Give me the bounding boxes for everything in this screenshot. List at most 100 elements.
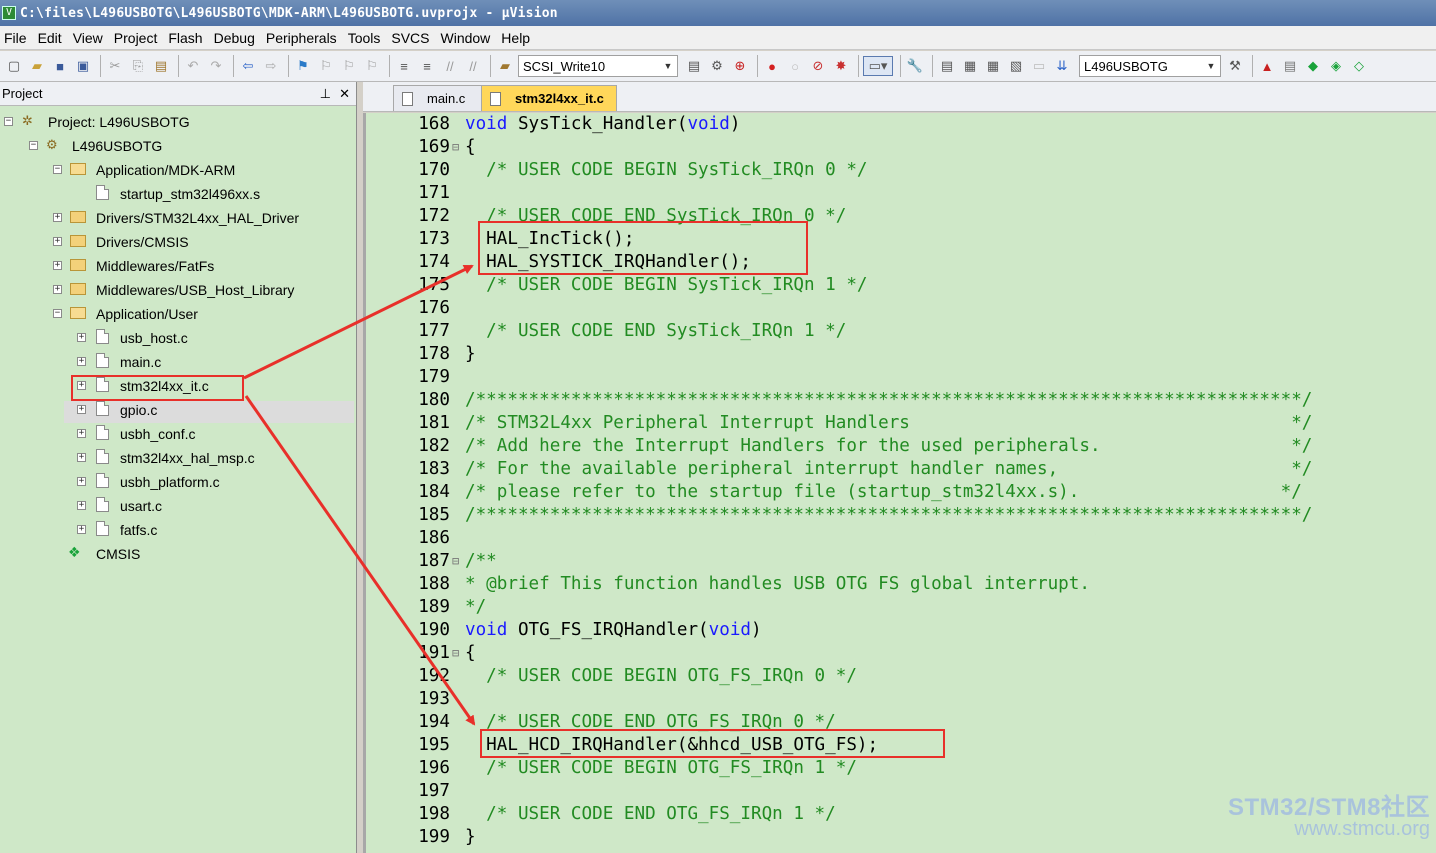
target-options-icon[interactable]: ⚒ <box>1225 56 1245 76</box>
tree-node-file[interactable]: + fatfs.c <box>0 519 357 541</box>
code-line[interactable]: 180 /************************************… <box>366 389 1436 412</box>
tree-node-group[interactable]: − Application/User <box>0 303 357 325</box>
open-file-icon[interactable]: ▰ <box>27 56 47 76</box>
fold-toggle-icon[interactable]: ⊟ <box>452 136 459 159</box>
code-line[interactable]: 173 HAL_IncTick(); <box>366 228 1436 251</box>
pin-icon[interactable]: ⊥ <box>320 86 331 102</box>
expand-icon[interactable]: + <box>53 213 62 222</box>
code-view[interactable]: 168 void SysTick_Handler(void) 169 ⊟{170 /*… <box>363 113 1436 853</box>
tree-node-group[interactable]: − Application/MDK-ARM <box>0 159 357 181</box>
tree-node-file[interactable]: + stm32l4xx_hal_msp.c <box>0 447 357 469</box>
configure-icon[interactable]: 🔧 <box>905 56 925 76</box>
expand-icon[interactable]: + <box>77 501 86 510</box>
download-icon[interactable]: ⇊ <box>1052 56 1072 76</box>
select-software-packs-icon[interactable]: ◇ <box>1349 56 1369 76</box>
window-layout-icon[interactable]: ▭▾ <box>863 56 893 76</box>
copy-icon[interactable]: ⎘ <box>128 56 148 76</box>
tree-node-file[interactable]: + usb_host.c <box>0 327 357 349</box>
expand-icon[interactable]: + <box>77 333 86 342</box>
find-in-files-icon[interactable]: ▰ <box>495 56 515 76</box>
code-line[interactable]: 178} <box>366 343 1436 366</box>
code-line[interactable]: 192 /* USER CODE BEGIN OTG_FS_IRQn 0 */ <box>366 665 1436 688</box>
tree-node-file[interactable]: + usbh_platform.c <box>0 471 357 493</box>
code-line[interactable]: 196 /* USER CODE BEGIN OTG_FS_IRQn 1 */ <box>366 757 1436 780</box>
tree-node-target[interactable]: − ⚙ L496USBOTG <box>0 135 357 157</box>
tree-node-group[interactable]: + Middlewares/FatFs <box>0 255 357 277</box>
code-line[interactable]: 175 /* USER CODE BEGIN SysTick_IRQn 1 */ <box>366 274 1436 297</box>
find-icon[interactable]: ▤ <box>684 56 704 76</box>
tree-node-file[interactable]: startup_stm32l496xx.s <box>0 183 357 205</box>
code-line[interactable]: 181 /* STM32L4xx Peripheral Interrupt Han… <box>366 412 1436 435</box>
expand-icon[interactable]: + <box>77 429 86 438</box>
code-line[interactable]: 174 HAL_SYSTICK_IRQHandler(); <box>366 251 1436 274</box>
code-line[interactable]: 171 <box>366 182 1436 205</box>
unindent-icon[interactable]: ≡ <box>417 56 437 76</box>
target-combo[interactable]: SCSI_Write10 ▼ <box>518 55 678 77</box>
code-line[interactable]: 191 ⊟ { <box>366 642 1436 665</box>
code-line[interactable]: 179 <box>366 366 1436 389</box>
build-icon[interactable]: ▦ <box>960 56 980 76</box>
disable-all-breakpoints-icon[interactable]: ⊘ <box>808 56 828 76</box>
new-file-icon[interactable]: ▢ <box>4 56 24 76</box>
save-all-icon[interactable]: ▣ <box>73 56 93 76</box>
collapse-icon[interactable]: − <box>53 309 62 318</box>
debug-session-icon[interactable]: ⊕ <box>730 56 750 76</box>
bookmark-icon[interactable]: ⚑ <box>293 56 313 76</box>
run-time-environment-icon[interactable]: ◆ <box>1303 56 1323 76</box>
code-line[interactable]: 186 <box>366 527 1436 550</box>
undo-icon[interactable]: ↶ <box>183 56 203 76</box>
code-line[interactable]: 182 /* Add here the Interrupt Handlers fo… <box>366 435 1436 458</box>
indent-icon[interactable]: ≡ <box>394 56 414 76</box>
tree-node-file-selected[interactable]: + stm32l4xx_it.c <box>0 375 357 397</box>
menu-svcs[interactable]: SVCS <box>387 30 436 46</box>
code-line[interactable]: 170 /* USER CODE BEGIN SysTick_IRQn 0 */ <box>366 159 1436 182</box>
menu-file[interactable]: File <box>0 30 34 46</box>
code-line[interactable]: 188 * @brief This function handles USB OT… <box>366 573 1436 596</box>
breakpoint-icon[interactable]: ● <box>762 56 782 76</box>
tree-node-file[interactable]: + usbh_conf.c <box>0 423 357 445</box>
save-icon[interactable]: ■ <box>50 56 70 76</box>
menu-edit[interactable]: Edit <box>34 30 69 46</box>
menu-project[interactable]: Project <box>110 30 165 46</box>
menu-tools[interactable]: Tools <box>344 30 388 46</box>
menu-debug[interactable]: Debug <box>210 30 262 46</box>
tree-node-group[interactable]: + Drivers/CMSIS <box>0 231 357 253</box>
tree-node-file[interactable]: + usart.c <box>0 495 357 517</box>
cut-icon[interactable]: ✂ <box>105 56 125 76</box>
code-line[interactable]: 190 void OTG_FS_IRQHandler(void) <box>366 619 1436 642</box>
prev-bookmark-icon[interactable]: ⚐ <box>316 56 336 76</box>
fold-toggle-icon[interactable]: ⊟ <box>452 642 459 665</box>
code-line[interactable]: 184 /* please refer to the startup file (… <box>366 481 1436 504</box>
expand-icon[interactable]: + <box>77 525 86 534</box>
collapse-icon[interactable]: − <box>53 165 62 174</box>
tab-stm32l4xx-it-c[interactable]: stm32l4xx_it.c <box>481 85 617 111</box>
project-target-combo[interactable]: L496USBOTG ▼ <box>1079 55 1221 77</box>
disable-breakpoint-icon[interactable]: ○ <box>785 56 805 76</box>
tree-node-group[interactable]: + Middlewares/USB_Host_Library <box>0 279 357 301</box>
uncomment-icon[interactable]: // <box>463 56 483 76</box>
tree-node-group[interactable]: + Drivers/STM32L4xx_HAL_Driver <box>0 207 357 229</box>
comment-icon[interactable]: // <box>440 56 460 76</box>
nav-forward-icon[interactable]: ⇨ <box>261 56 281 76</box>
incremental-find-icon[interactable]: ⚙ <box>707 56 727 76</box>
rebuild-icon[interactable]: ▦ <box>983 56 1003 76</box>
tree-node-component[interactable]: ❖ CMSIS <box>0 543 357 565</box>
paste-icon[interactable]: ▤ <box>151 56 171 76</box>
menu-flash[interactable]: Flash <box>164 30 209 46</box>
stop-build-icon[interactable]: ▭ <box>1029 56 1049 76</box>
next-bookmark-icon[interactable]: ⚐ <box>339 56 359 76</box>
code-line[interactable]: 183 /* For the available peripheral inter… <box>366 458 1436 481</box>
expand-icon[interactable]: + <box>77 381 86 390</box>
clear-bookmarks-icon[interactable]: ⚐ <box>362 56 382 76</box>
expand-icon[interactable]: + <box>77 405 86 414</box>
file-extensions-icon[interactable]: ▤ <box>1280 56 1300 76</box>
expand-icon[interactable]: + <box>77 477 86 486</box>
code-line[interactable]: 172 /* USER CODE END SysTick_IRQn 0 */ <box>366 205 1436 228</box>
menu-help[interactable]: Help <box>497 30 537 46</box>
code-line[interactable]: 169 ⊟ { <box>366 136 1436 159</box>
translate-icon[interactable]: ▤ <box>937 56 957 76</box>
tree-node-file[interactable]: + gpio.c <box>0 399 357 421</box>
manage-components-icon[interactable]: ▲ <box>1257 56 1277 76</box>
fold-toggle-icon[interactable]: ⊟ <box>452 550 459 573</box>
kill-breakpoints-icon[interactable]: ✸ <box>831 56 851 76</box>
